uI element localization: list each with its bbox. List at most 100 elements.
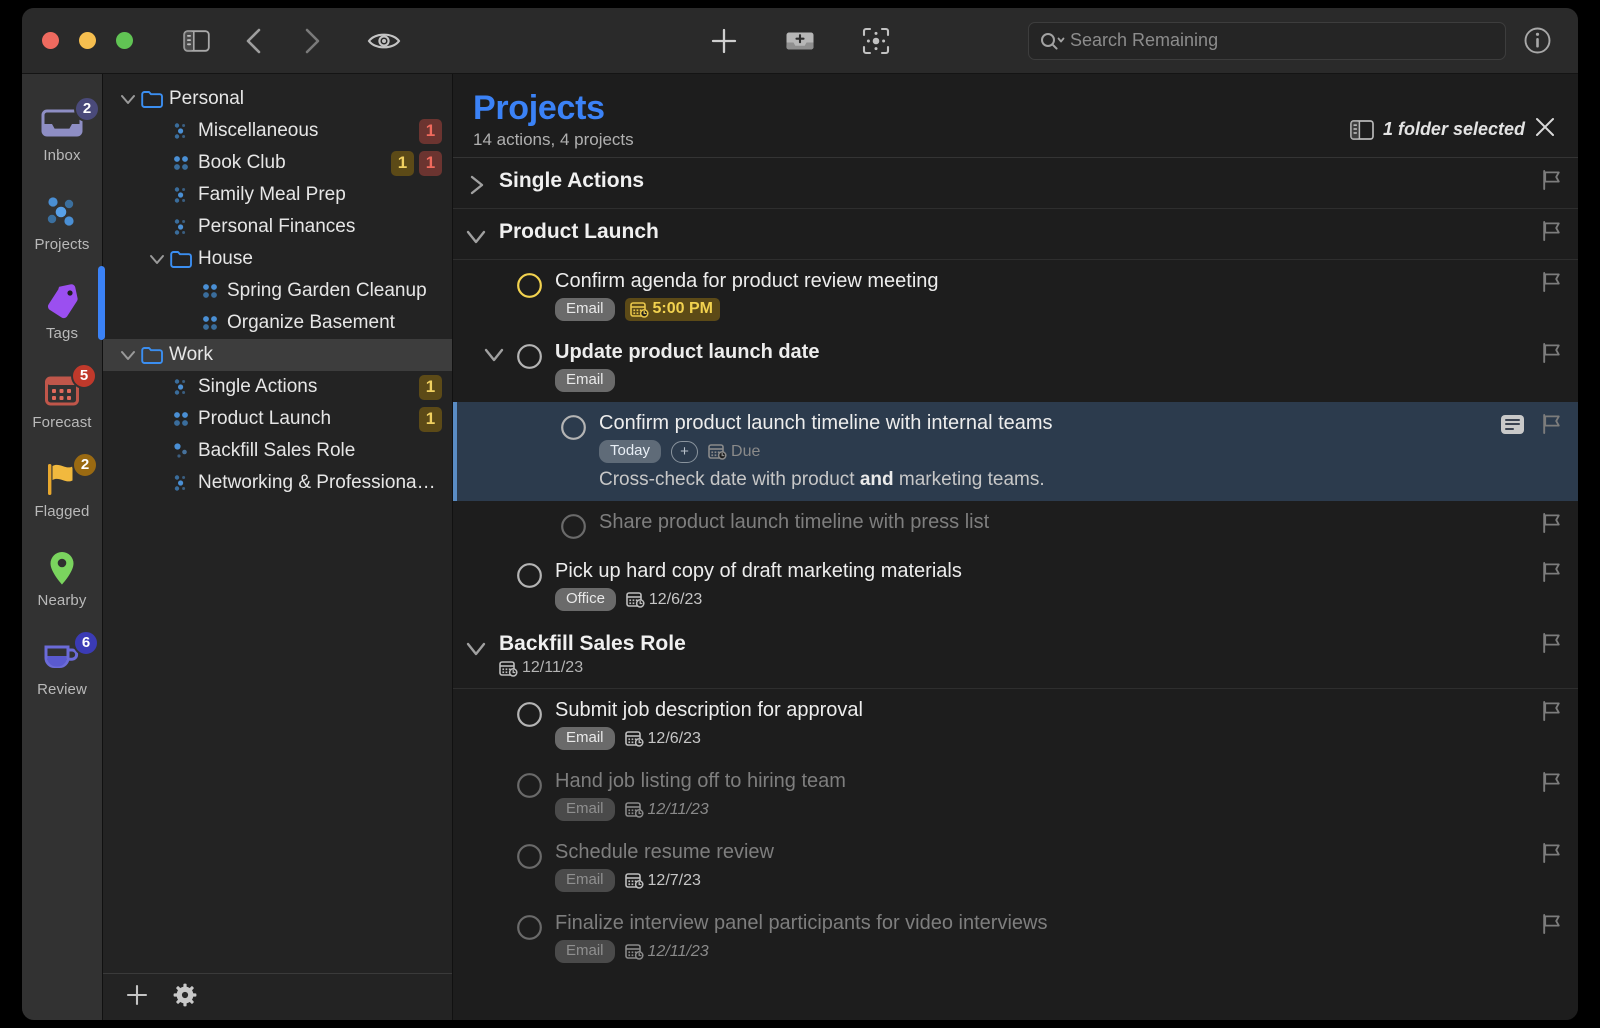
action-due-date[interactable]: 12/11/23 — [625, 943, 709, 961]
chevron-down-icon[interactable] — [482, 342, 506, 366]
sidebar-row-house[interactable]: House — [103, 243, 452, 275]
action-row[interactable]: Hand job listing off to hiring teamEmail… — [453, 760, 1578, 831]
action-due-date[interactable]: Due — [708, 443, 760, 461]
sidebar-row-networking-professiona[interactable]: Networking & Professiona… — [103, 467, 452, 499]
completion-circle[interactable] — [516, 701, 543, 728]
action-row[interactable]: Confirm agenda for product review meetin… — [453, 260, 1578, 331]
sidebar-row-family-meal-prep[interactable]: Family Meal Prep — [103, 179, 452, 211]
action-row[interactable]: Finalize interview panel participants fo… — [453, 902, 1578, 973]
flag-icon[interactable] — [1540, 631, 1564, 655]
completion-circle[interactable] — [516, 772, 543, 799]
completion-circle[interactable] — [516, 914, 543, 941]
action-row[interactable]: Update product launch dateEmail — [453, 331, 1578, 402]
perspective-tags[interactable]: Tags — [22, 266, 102, 355]
flag-icon[interactable] — [1540, 511, 1564, 535]
forward-button[interactable] — [289, 20, 335, 62]
action-row[interactable]: Confirm product launch timeline with int… — [453, 402, 1578, 501]
action-row[interactable]: Submit job description for approvalEmail… — [453, 689, 1578, 760]
action-tag[interactable]: Today — [599, 440, 661, 463]
sidebar-row-spring-garden-cleanup[interactable]: Spring Garden Cleanup — [103, 275, 452, 307]
view-options-button[interactable] — [361, 20, 407, 62]
flag-icon[interactable] — [1540, 699, 1564, 723]
action-due-date[interactable]: 12/6/23 — [626, 591, 702, 609]
completion-circle[interactable] — [560, 513, 587, 540]
search-magnifier-icon[interactable] — [1039, 31, 1065, 51]
perspective-review[interactable]: 6 Review — [22, 622, 102, 711]
completion-circle-wrap[interactable] — [516, 913, 543, 941]
focus-button[interactable] — [853, 20, 899, 62]
chevron-right-icon[interactable] — [464, 173, 488, 197]
search-input[interactable] — [1070, 30, 1495, 51]
zoom-window-button[interactable] — [116, 32, 133, 49]
action-tag[interactable]: Email — [555, 369, 615, 392]
completion-circle-wrap[interactable] — [516, 842, 543, 870]
sidebar-row-organize-basement[interactable]: Organize Basement — [103, 307, 452, 339]
add-project-button[interactable] — [125, 983, 149, 1012]
completion-circle[interactable] — [516, 562, 543, 589]
completion-circle-wrap[interactable] — [516, 700, 543, 728]
disclosure-toggle[interactable] — [146, 250, 168, 268]
completion-circle-wrap[interactable] — [516, 342, 543, 371]
flag-icon[interactable] — [1540, 770, 1564, 794]
new-inbox-item-button[interactable] — [777, 20, 823, 62]
flag-icon[interactable] — [1540, 270, 1564, 294]
action-note[interactable]: Cross-check date with product and market… — [599, 469, 1578, 491]
completion-circle-wrap[interactable] — [560, 512, 587, 540]
perspective-nearby[interactable]: Nearby — [22, 533, 102, 622]
sidebar-toggle-button[interactable] — [173, 20, 219, 62]
flag-icon[interactable] — [1540, 841, 1564, 865]
action-due-date[interactable]: 12/7/23 — [625, 872, 701, 890]
group-disclosure-toggle[interactable] — [453, 220, 499, 248]
perspective-inbox[interactable]: 2 Inbox — [22, 88, 102, 177]
completion-circle-wrap[interactable] — [516, 271, 543, 299]
flag-icon[interactable] — [1540, 912, 1564, 936]
project-group-row[interactable]: Single Actions — [453, 158, 1578, 209]
completion-circle[interactable] — [516, 843, 543, 870]
project-group-row[interactable]: Product Launch — [453, 209, 1578, 260]
flag-icon[interactable] — [1540, 168, 1564, 192]
new-action-button[interactable] — [701, 20, 747, 62]
completion-circle-wrap[interactable] — [560, 413, 587, 441]
action-due-date[interactable]: 12/6/23 — [625, 730, 701, 748]
sidebar-row-personal-finances[interactable]: Personal Finances — [103, 211, 452, 243]
flag-icon[interactable] — [1540, 219, 1564, 243]
sidebar-row-miscellaneous[interactable]: Miscellaneous1 — [103, 115, 452, 147]
completion-circle[interactable] — [516, 272, 543, 299]
sidebar-row-backfill-sales-role[interactable]: Backfill Sales Role — [103, 435, 452, 467]
minimize-window-button[interactable] — [79, 32, 96, 49]
action-tag[interactable]: Office — [555, 588, 616, 611]
completion-circle-wrap[interactable] — [516, 561, 543, 589]
perspective-flagged[interactable]: 2 Flagged — [22, 444, 102, 533]
completion-circle-wrap[interactable] — [516, 771, 543, 799]
group-disclosure-toggle[interactable] — [453, 169, 499, 197]
search-field[interactable] — [1028, 22, 1506, 60]
disclosure-toggle[interactable] — [117, 90, 139, 108]
focus-close-button[interactable] — [1534, 116, 1556, 143]
chevron-down-icon[interactable] — [464, 224, 488, 248]
action-tag[interactable]: Email — [555, 798, 615, 821]
flag-icon[interactable] — [1540, 412, 1564, 436]
action-tag[interactable]: Email — [555, 298, 615, 321]
perspective-forecast[interactable]: 5 Forecast — [22, 355, 102, 444]
add-tag-button[interactable]: + — [671, 441, 698, 463]
action-due-date[interactable]: 12/11/23 — [625, 801, 709, 819]
group-disclosure-toggle[interactable] — [453, 632, 499, 660]
sidebar-settings-button[interactable] — [173, 983, 197, 1012]
sidebar-row-single-actions[interactable]: Single Actions1 — [103, 371, 452, 403]
action-due-date[interactable]: 5:00 PM — [625, 298, 720, 321]
close-window-button[interactable] — [42, 32, 59, 49]
action-row[interactable]: Schedule resume reviewEmail 12/7/23 — [453, 831, 1578, 902]
project-group-row[interactable]: Backfill Sales Role 12/11/23 — [453, 621, 1578, 689]
disclosure-toggle[interactable] — [117, 346, 139, 364]
completion-circle[interactable] — [560, 414, 587, 441]
action-disclosure-toggle[interactable] — [482, 342, 506, 371]
back-button[interactable] — [231, 20, 277, 62]
action-tag[interactable]: Email — [555, 940, 615, 963]
action-tag[interactable]: Email — [555, 869, 615, 892]
completion-circle[interactable] — [516, 343, 543, 370]
inspector-button[interactable] — [1514, 20, 1560, 62]
flag-icon[interactable] — [1540, 341, 1564, 365]
note-indicator-icon[interactable] — [1501, 415, 1524, 434]
sidebar-row-personal[interactable]: Personal — [103, 83, 452, 115]
action-row[interactable]: Share product launch timeline with press… — [453, 501, 1578, 550]
